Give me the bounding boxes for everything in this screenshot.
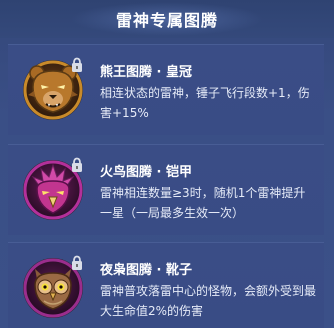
totem-card-owl[interactable]: 夜枭图腾 · 靴子 雷神普攻落雷中心的怪物，会额外受到最大生命值2%的伤害 [8, 242, 324, 328]
owl-boots-icon[interactable] [20, 255, 86, 321]
totem-name: 熊王图腾 · 皇冠 [100, 65, 192, 80]
totem-desc: 雷神相连数量≥3时，随机1个雷神提升一星（一局最多生效一次） [100, 186, 306, 220]
totem-name: 火鸟图腾 · 铠甲 [100, 165, 192, 180]
totem-desc: 雷神普攻落雷中心的怪物，会额外受到最大生命值2%的伤害 [100, 284, 317, 318]
totem-name: 夜枭图腾 · 靴子 [100, 263, 192, 278]
panel-header: 雷神专属图腾 [0, 0, 334, 38]
firebird-armor-icon[interactable] [20, 157, 86, 223]
totem-panel: 雷神专属图腾 熊王图腾 · 皇冠 相连状态的雷神，锤子飞行段数+1，伤害+15%… [0, 0, 334, 328]
totem-card-bear[interactable]: 熊王图腾 · 皇冠 相连状态的雷神，锤子飞行段数+1，伤害+15% [8, 44, 324, 135]
totem-desc: 相连状态的雷神，锤子飞行段数+1，伤害+15% [100, 86, 310, 120]
panel-title: 雷神专属图腾 [115, 11, 218, 30]
totem-card-firebird[interactable]: 火鸟图腾 · 铠甲 雷神相连数量≥3时，随机1个雷神提升一星（一局最多生效一次） [8, 144, 324, 235]
bear-crown-icon[interactable] [20, 57, 86, 123]
